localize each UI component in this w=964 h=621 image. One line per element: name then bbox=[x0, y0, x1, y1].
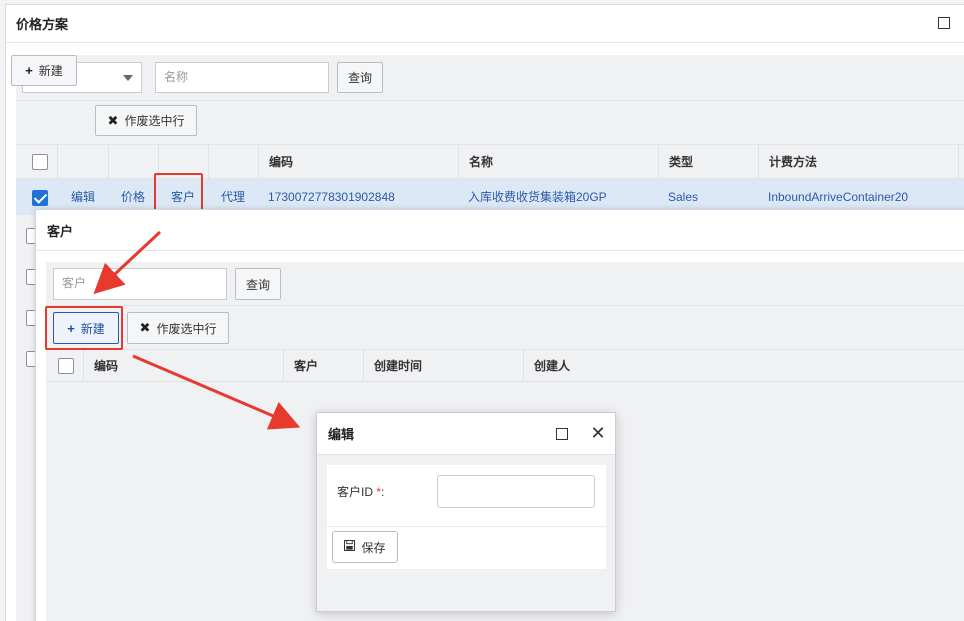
floppy-disk-icon bbox=[344, 539, 356, 554]
customer-search-placeholder: 客户 bbox=[62, 276, 87, 290]
label-colon: : bbox=[381, 485, 385, 499]
customer-toolbar: + 新建 ✖ 作废选中行 bbox=[46, 306, 964, 350]
row-checkbox[interactable] bbox=[32, 190, 48, 206]
header-code[interactable]: 编码 bbox=[258, 145, 458, 179]
close-icon[interactable]: ✕ bbox=[590, 423, 606, 443]
header-spacer-4 bbox=[208, 145, 258, 179]
edit-dialog-title: 编辑 bbox=[328, 427, 355, 442]
name-search-placeholder: 名称 bbox=[164, 70, 189, 84]
header-spacer-2 bbox=[108, 145, 158, 179]
header-billing-method[interactable]: 计费方法 bbox=[758, 145, 958, 179]
close-icon: ✖ bbox=[107, 112, 119, 128]
maximize-icon[interactable] bbox=[938, 17, 950, 29]
maximize-icon[interactable] bbox=[556, 428, 568, 440]
search-bar: 启用 名称 查询 bbox=[16, 55, 964, 101]
edit-actions: 保存 bbox=[327, 527, 606, 569]
new-button[interactable]: + 新建 bbox=[11, 55, 77, 86]
plus-icon: + bbox=[25, 63, 33, 78]
customer-dialog-header: 客户 bbox=[36, 210, 964, 251]
new-button-highlight bbox=[45, 306, 123, 350]
new-button-label: 新建 bbox=[38, 64, 63, 78]
customer-header-creator[interactable]: 创建人 bbox=[523, 350, 683, 382]
header-spacer-1 bbox=[57, 145, 108, 179]
customer-dialog-title: 客户 bbox=[47, 223, 74, 239]
customer-header-customer[interactable]: 客户 bbox=[283, 350, 363, 382]
panel-header: 价格方案 bbox=[6, 5, 964, 43]
header-type[interactable]: 类型 bbox=[658, 145, 758, 179]
customer-table-header: 编码 客户 创建时间 创建人 bbox=[46, 350, 964, 382]
customer-void-label: 作废选中行 bbox=[156, 321, 217, 336]
customer-id-label: 客户ID *: bbox=[337, 483, 384, 500]
query-button-label: 查询 bbox=[347, 71, 372, 85]
panel-title: 价格方案 bbox=[16, 17, 69, 32]
save-button[interactable]: 保存 bbox=[332, 531, 398, 563]
edit-dialog: 编辑 ✕ 客户ID *: 保存 bbox=[316, 412, 616, 612]
name-search-input[interactable]: 名称 bbox=[155, 62, 329, 93]
void-selected-label: 作废选中行 bbox=[124, 114, 185, 128]
customer-query-label: 查询 bbox=[245, 277, 270, 292]
save-button-label: 保存 bbox=[361, 540, 386, 555]
chevron-down-icon bbox=[123, 75, 133, 81]
customer-id-field[interactable] bbox=[437, 475, 595, 508]
query-button[interactable]: 查询 bbox=[337, 62, 383, 93]
customer-id-label-text: 客户ID bbox=[337, 485, 374, 499]
customer-select-all-checkbox[interactable] bbox=[58, 358, 74, 374]
customer-query-button[interactable]: 查询 bbox=[235, 268, 281, 300]
customer-void-button[interactable]: ✖ 作废选中行 bbox=[127, 312, 229, 344]
void-selected-button[interactable]: ✖ 作废选中行 bbox=[95, 105, 197, 136]
customer-search-input[interactable]: 客户 bbox=[53, 268, 227, 300]
edit-form: 客户ID *: bbox=[327, 465, 606, 527]
close-icon: ✖ bbox=[139, 320, 151, 335]
edit-dialog-header: 编辑 bbox=[317, 413, 615, 455]
customer-header-code[interactable]: 编码 bbox=[83, 350, 283, 382]
header-spacer-5 bbox=[958, 145, 964, 179]
customer-search-bar: 客户 查询 bbox=[46, 262, 964, 306]
select-all-checkbox[interactable] bbox=[32, 154, 48, 170]
customer-header-created-time[interactable]: 创建时间 bbox=[363, 350, 523, 382]
header-name[interactable]: 名称 bbox=[458, 145, 658, 179]
